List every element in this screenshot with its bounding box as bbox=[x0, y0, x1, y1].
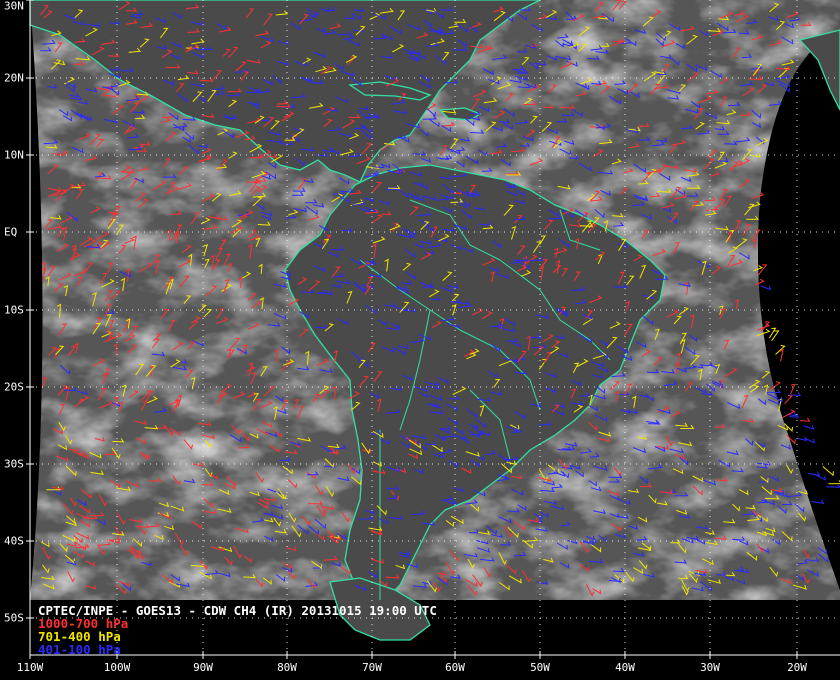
lon-label-100w: 100W bbox=[103, 661, 131, 674]
satellite-wind-map: 30N 20N 10N EQ 10S 20S 30S 40S 50S 110W 100W 90W 80… bbox=[0, 0, 840, 680]
map-caption: CPTEC/INPE - GOES13 - CDW CH4 (IR) 20131… bbox=[38, 604, 437, 656]
lat-label-eq: EQ bbox=[4, 225, 18, 239]
lat-label-30s: 30S bbox=[4, 457, 24, 471]
map-canvas bbox=[0, 0, 840, 680]
lat-label-40s: 40S bbox=[4, 534, 24, 548]
lon-label-70w: 70W bbox=[362, 661, 382, 674]
lat-label-10n: 10N bbox=[4, 148, 24, 162]
lat-label-20s: 20S bbox=[4, 380, 24, 394]
lon-label-50w: 50W bbox=[530, 661, 550, 674]
legend-high-level: 401-100 hPa bbox=[38, 642, 121, 657]
lat-label-50s: 50S bbox=[4, 611, 24, 625]
lon-label-20w: 20W bbox=[787, 661, 807, 674]
lat-label-20n: 20N bbox=[4, 71, 24, 85]
lon-label-40w: 40W bbox=[615, 661, 635, 674]
lon-label-90w: 90W bbox=[193, 661, 213, 674]
lat-label-30n: 30N bbox=[4, 0, 24, 13]
lon-label-60w: 60W bbox=[445, 661, 465, 674]
lon-label-110w: 110W bbox=[16, 661, 44, 674]
lon-label-80w: 80W bbox=[277, 661, 297, 674]
lat-label-10s: 10S bbox=[4, 303, 24, 317]
lon-label-30w: 30W bbox=[700, 661, 720, 674]
